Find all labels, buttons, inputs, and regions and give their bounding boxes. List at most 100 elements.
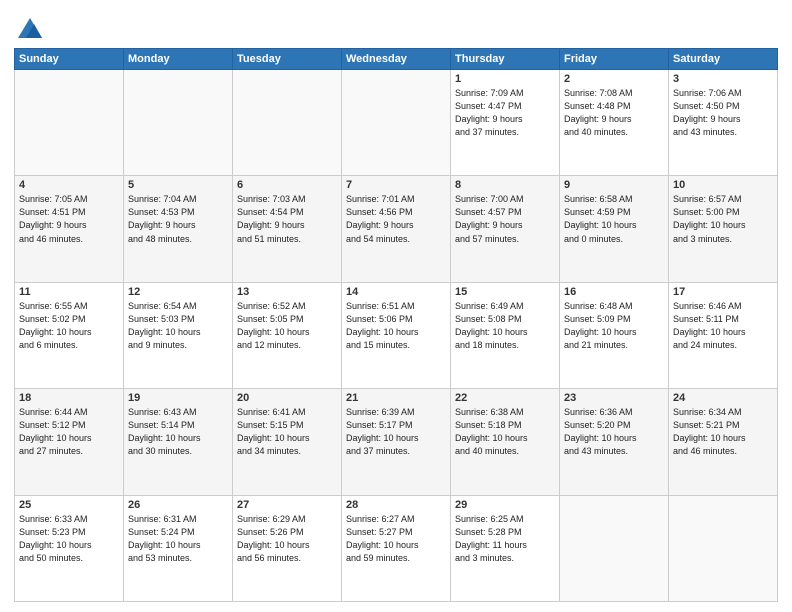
calendar-cell: 7 Sunrise: 7:01 AMSunset: 4:56 PMDaylight… — [342, 176, 451, 282]
calendar-cell — [342, 70, 451, 176]
weekday-header-sunday: Sunday — [15, 49, 124, 70]
day-info: Sunrise: 6:27 AMSunset: 5:27 PMDaylight:… — [346, 513, 446, 565]
weekday-header-monday: Monday — [124, 49, 233, 70]
day-info: Sunrise: 6:41 AMSunset: 5:15 PMDaylight:… — [237, 406, 337, 458]
calendar-cell: 21 Sunrise: 6:39 AMSunset: 5:17 PMDayligh… — [342, 389, 451, 495]
calendar-week-row: 11 Sunrise: 6:55 AMSunset: 5:02 PMDayligh… — [15, 282, 778, 388]
calendar-cell: 24Sunrise: 6:34 AMSunset: 5:21 PMDayligh… — [669, 389, 778, 495]
day-number: 29 — [455, 499, 555, 511]
day-info: Sunrise: 6:39 AMSunset: 5:17 PMDaylight:… — [346, 406, 446, 458]
day-info: Sunrise: 6:54 AMSunset: 5:03 PMDaylight:… — [128, 300, 228, 352]
calendar-cell: 11 Sunrise: 6:55 AMSunset: 5:02 PMDayligh… — [15, 282, 124, 388]
calendar-cell: 26 Sunrise: 6:31 AMSunset: 5:24 PMDayligh… — [124, 495, 233, 601]
day-number: 25 — [19, 499, 119, 511]
calendar-cell: 5 Sunrise: 7:04 AMSunset: 4:53 PMDaylight… — [124, 176, 233, 282]
day-number: 27 — [237, 499, 337, 511]
day-number: 23 — [564, 392, 664, 404]
day-info: Sunrise: 7:05 AMSunset: 4:51 PMDaylight:… — [19, 193, 119, 245]
calendar-cell: 16 Sunrise: 6:48 AMSunset: 5:09 PMDayligh… — [560, 282, 669, 388]
day-info: Sunrise: 6:36 AMSunset: 5:20 PMDaylight:… — [564, 406, 664, 458]
calendar-cell: 13Sunrise: 6:52 AMSunset: 5:05 PMDayligh… — [233, 282, 342, 388]
day-info: Sunrise: 6:48 AMSunset: 5:09 PMDaylight:… — [564, 300, 664, 352]
day-info: Sunrise: 6:57 AMSunset: 5:00 PMDaylight:… — [673, 193, 773, 245]
calendar-cell: 27 Sunrise: 6:29 AMSunset: 5:26 PMDayligh… — [233, 495, 342, 601]
weekday-header-row: SundayMondayTuesdayWednesdayThursdayFrid… — [15, 49, 778, 70]
calendar-cell: 2Sunrise: 7:08 AMSunset: 4:48 PMDaylight… — [560, 70, 669, 176]
day-number: 20 — [237, 392, 337, 404]
day-number: 26 — [128, 499, 228, 511]
day-number: 11 — [19, 286, 119, 298]
calendar-cell — [15, 70, 124, 176]
calendar-week-row: 1Sunrise: 7:09 AMSunset: 4:47 PMDaylight… — [15, 70, 778, 176]
day-info: Sunrise: 6:46 AMSunset: 5:11 PMDaylight:… — [673, 300, 773, 352]
day-info: Sunrise: 7:09 AMSunset: 4:47 PMDaylight:… — [455, 87, 555, 139]
day-info: Sunrise: 7:01 AMSunset: 4:56 PMDaylight:… — [346, 193, 446, 245]
day-number: 7 — [346, 179, 446, 191]
calendar-cell: 10 Sunrise: 6:57 AMSunset: 5:00 PMDayligh… — [669, 176, 778, 282]
calendar-cell: 23 Sunrise: 6:36 AMSunset: 5:20 PMDayligh… — [560, 389, 669, 495]
header — [14, 10, 778, 40]
calendar-cell: 1Sunrise: 7:09 AMSunset: 4:47 PMDaylight… — [451, 70, 560, 176]
calendar-cell: 20 Sunrise: 6:41 AMSunset: 5:15 PMDayligh… — [233, 389, 342, 495]
day-number: 22 — [455, 392, 555, 404]
calendar-cell: 6Sunrise: 7:03 AMSunset: 4:54 PMDaylight… — [233, 176, 342, 282]
weekday-header-saturday: Saturday — [669, 49, 778, 70]
day-number: 3 — [673, 73, 773, 85]
day-info: Sunrise: 6:43 AMSunset: 5:14 PMDaylight:… — [128, 406, 228, 458]
day-info: Sunrise: 6:49 AMSunset: 5:08 PMDaylight:… — [455, 300, 555, 352]
day-info: Sunrise: 6:29 AMSunset: 5:26 PMDaylight:… — [237, 513, 337, 565]
calendar-cell — [669, 495, 778, 601]
day-number: 4 — [19, 179, 119, 191]
day-info: Sunrise: 7:08 AMSunset: 4:48 PMDaylight:… — [564, 87, 664, 139]
day-info: Sunrise: 6:51 AMSunset: 5:06 PMDaylight:… — [346, 300, 446, 352]
calendar-table: SundayMondayTuesdayWednesdayThursdayFrid… — [14, 48, 778, 602]
calendar-cell — [233, 70, 342, 176]
calendar-cell: 14Sunrise: 6:51 AMSunset: 5:06 PMDayligh… — [342, 282, 451, 388]
day-info: Sunrise: 7:03 AMSunset: 4:54 PMDaylight:… — [237, 193, 337, 245]
day-number: 19 — [128, 392, 228, 404]
day-number: 8 — [455, 179, 555, 191]
day-number: 9 — [564, 179, 664, 191]
calendar-week-row: 4 Sunrise: 7:05 AMSunset: 4:51 PMDaylight… — [15, 176, 778, 282]
logo — [14, 14, 44, 40]
day-info: Sunrise: 6:38 AMSunset: 5:18 PMDaylight:… — [455, 406, 555, 458]
calendar-week-row: 25 Sunrise: 6:33 AMSunset: 5:23 PMDayligh… — [15, 495, 778, 601]
day-info: Sunrise: 6:31 AMSunset: 5:24 PMDaylight:… — [128, 513, 228, 565]
day-number: 17 — [673, 286, 773, 298]
day-info: Sunrise: 7:00 AMSunset: 4:57 PMDaylight:… — [455, 193, 555, 245]
calendar-cell: 18 Sunrise: 6:44 AMSunset: 5:12 PMDayligh… — [15, 389, 124, 495]
calendar-cell: 8 Sunrise: 7:00 AMSunset: 4:57 PMDaylight… — [451, 176, 560, 282]
day-number: 15 — [455, 286, 555, 298]
day-info: Sunrise: 6:52 AMSunset: 5:05 PMDaylight:… — [237, 300, 337, 352]
day-number: 10 — [673, 179, 773, 191]
logo-icon — [16, 14, 44, 42]
day-number: 16 — [564, 286, 664, 298]
page: SundayMondayTuesdayWednesdayThursdayFrid… — [0, 0, 792, 612]
day-number: 12 — [128, 286, 228, 298]
day-info: Sunrise: 6:44 AMSunset: 5:12 PMDaylight:… — [19, 406, 119, 458]
calendar-cell: 17 Sunrise: 6:46 AMSunset: 5:11 PMDayligh… — [669, 282, 778, 388]
calendar-week-row: 18 Sunrise: 6:44 AMSunset: 5:12 PMDayligh… — [15, 389, 778, 495]
day-info: Sunrise: 6:33 AMSunset: 5:23 PMDaylight:… — [19, 513, 119, 565]
day-info: Sunrise: 6:55 AMSunset: 5:02 PMDaylight:… — [19, 300, 119, 352]
calendar-cell — [124, 70, 233, 176]
calendar-cell: 28Sunrise: 6:27 AMSunset: 5:27 PMDayligh… — [342, 495, 451, 601]
day-info: Sunrise: 6:34 AMSunset: 5:21 PMDaylight:… — [673, 406, 773, 458]
calendar-cell: 9 Sunrise: 6:58 AMSunset: 4:59 PMDaylight… — [560, 176, 669, 282]
day-number: 5 — [128, 179, 228, 191]
weekday-header-tuesday: Tuesday — [233, 49, 342, 70]
calendar-cell: 29 Sunrise: 6:25 AMSunset: 5:28 PMDayligh… — [451, 495, 560, 601]
day-info: Sunrise: 6:58 AMSunset: 4:59 PMDaylight:… — [564, 193, 664, 245]
calendar-cell: 25 Sunrise: 6:33 AMSunset: 5:23 PMDayligh… — [15, 495, 124, 601]
weekday-header-wednesday: Wednesday — [342, 49, 451, 70]
day-info: Sunrise: 6:25 AMSunset: 5:28 PMDaylight:… — [455, 513, 555, 565]
day-number: 18 — [19, 392, 119, 404]
day-number: 21 — [346, 392, 446, 404]
weekday-header-thursday: Thursday — [451, 49, 560, 70]
calendar-cell: 15 Sunrise: 6:49 AMSunset: 5:08 PMDayligh… — [451, 282, 560, 388]
day-info: Sunrise: 7:06 AMSunset: 4:50 PMDaylight:… — [673, 87, 773, 139]
calendar-cell: 3 Sunrise: 7:06 AMSunset: 4:50 PMDaylight… — [669, 70, 778, 176]
weekday-header-friday: Friday — [560, 49, 669, 70]
day-info: Sunrise: 7:04 AMSunset: 4:53 PMDaylight:… — [128, 193, 228, 245]
calendar-cell: 19 Sunrise: 6:43 AMSunset: 5:14 PMDayligh… — [124, 389, 233, 495]
